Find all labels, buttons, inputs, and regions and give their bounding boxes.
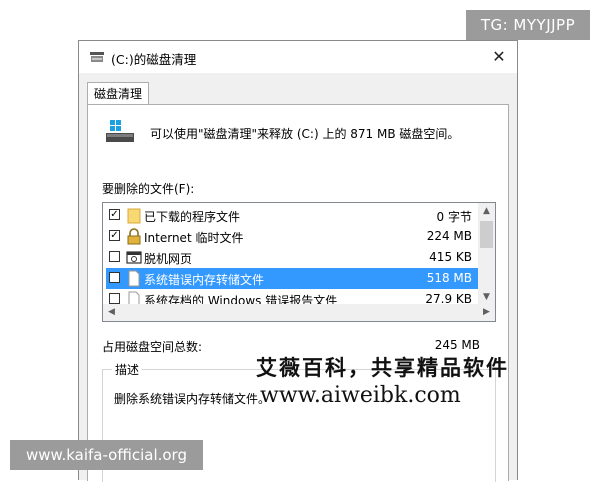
horizontal-scrollbar[interactable]: ◀ ▶: [103, 304, 495, 321]
site-badge: www.kaifa-official.org: [10, 440, 203, 470]
vertical-scrollbar[interactable]: ▲ ▼: [478, 203, 495, 306]
checkbox[interactable]: [109, 293, 120, 304]
list-item[interactable]: ✓ Internet 临时文件 224 MB: [106, 226, 478, 247]
watermark-title: 艾薇百科，共享精品软件: [256, 355, 509, 380]
files-listbox[interactable]: ✓ 已下载的程序文件 0 字节 ✓ Internet 临时文件 224 MB 脱…: [102, 202, 496, 322]
files-to-delete-label: 要删除的文件(F):: [102, 182, 195, 196]
file-size: 224 MB: [426, 229, 472, 243]
folder-icon: [127, 208, 141, 224]
description-text: 删除系统错误内存转储文件。: [114, 392, 271, 406]
close-button[interactable]: ✕: [487, 45, 511, 69]
list-item[interactable]: 系统错误内存转储文件 518 MB: [106, 268, 478, 289]
title-bar: (C:)的磁盘清理 ✕: [79, 41, 517, 73]
offline-page-icon: [126, 251, 142, 264]
file-size: 518 MB: [426, 271, 472, 285]
drive-icon: [106, 120, 134, 142]
checkbox[interactable]: ✓: [109, 209, 120, 220]
checkbox[interactable]: [109, 272, 120, 283]
tab-panel: 可以使用"磁盘清理"来释放 (C:) 上的 871 MB 磁盘空间。 要删除的文…: [87, 104, 509, 482]
scroll-right-arrow-icon[interactable]: ▶: [478, 304, 495, 321]
watermark-url: www.aiweibk.com: [260, 383, 461, 408]
total-space-label: 占用磁盘空间总数:: [102, 340, 203, 354]
file-name: Internet 临时文件: [144, 231, 244, 245]
file-size: 0 字节: [436, 210, 472, 224]
file-name: 系统错误内存转储文件: [144, 273, 265, 287]
checkbox[interactable]: ✓: [109, 230, 120, 241]
scroll-thumb[interactable]: [480, 221, 493, 248]
file-icon: [128, 270, 140, 287]
free-space-message: 可以使用"磁盘清理"来释放 (C:) 上的 871 MB 磁盘空间。: [150, 127, 460, 141]
list-item[interactable]: 脱机网页 415 KB: [106, 247, 478, 268]
tab-disk-cleanup[interactable]: 磁盘清理: [87, 82, 149, 105]
scroll-up-arrow-icon[interactable]: ▲: [478, 203, 495, 220]
file-size: 415 KB: [429, 250, 472, 264]
file-name: 已下载的程序文件: [144, 210, 241, 224]
scroll-left-arrow-icon[interactable]: ◀: [103, 304, 120, 321]
list-item[interactable]: ✓ 已下载的程序文件 0 字节: [106, 205, 478, 226]
checkbox[interactable]: [109, 251, 120, 262]
file-name: 脱机网页: [144, 252, 193, 266]
total-space-value: 245 MB: [434, 338, 480, 352]
lock-icon: [127, 228, 141, 245]
description-legend: 描述: [112, 361, 143, 378]
window-title: (C:)的磁盘清理: [111, 52, 197, 67]
disk-cleanup-window: (C:)的磁盘清理 ✕ 磁盘清理 可以使用"磁盘清理"来释放 (C:) 上的 8…: [78, 40, 518, 482]
tg-badge: TG: MYYJJPP: [466, 10, 590, 40]
disk-cleanup-icon: [90, 52, 104, 62]
